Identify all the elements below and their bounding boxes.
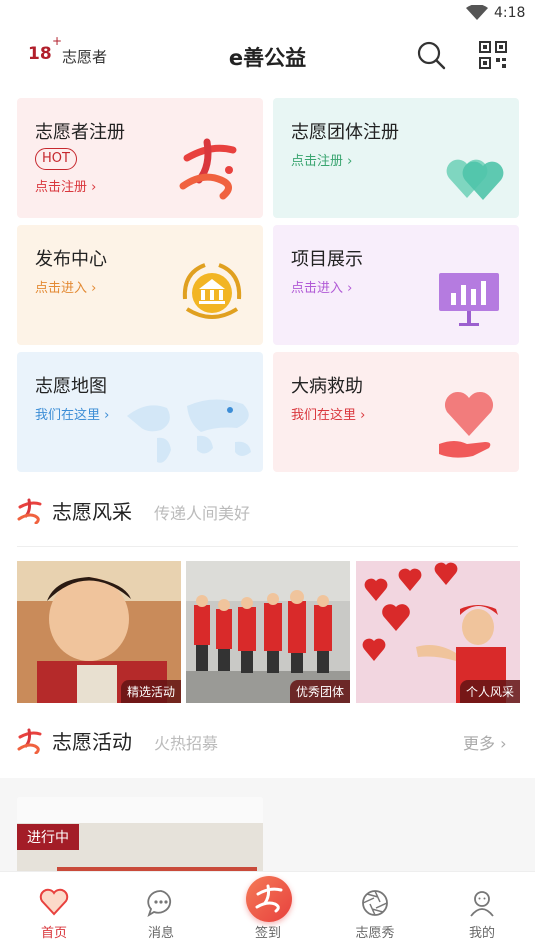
tab-label: 消息 [147, 926, 174, 941]
tab-volunteer-show[interactable]: 志愿秀 [335, 872, 415, 952]
hearts-icon [446, 159, 504, 200]
card-title: 项目展示 [291, 249, 363, 270]
card-group-register[interactable]: 志愿团体注册 点击注册 › [273, 98, 519, 218]
wifi-icon [466, 5, 488, 20]
tab-label: 我的 [468, 926, 495, 941]
divider [17, 546, 518, 547]
card-title: 发布中心 [35, 249, 107, 270]
chat-icon [147, 890, 172, 918]
card-subtitle: 点击进入 › [291, 281, 353, 296]
user-icon [470, 891, 494, 917]
app-header: 18 + 志愿者 e善公益 [0, 28, 535, 84]
institution-icon [182, 263, 242, 319]
volunteer-logo-icon [17, 728, 42, 754]
search-icon[interactable] [416, 40, 446, 70]
tab-label: 首页 [40, 926, 67, 941]
card-subtitle: 我们在这里 › [291, 408, 366, 423]
photo-tag: 优秀团体 [289, 680, 350, 703]
card-subtitle: 点击注册 › [291, 154, 353, 169]
signin-icon [255, 884, 283, 913]
section-volunteer-activity: 志愿活动 火热招募 更多 › [0, 722, 535, 762]
photo-tag: 精选活动 [120, 680, 181, 703]
photo-tag: 个人风采 [459, 680, 520, 703]
section-title: 志愿活动 [52, 730, 132, 754]
card-subtitle: 点击注册 › [35, 180, 97, 195]
status-badge: 进行中 [17, 824, 79, 850]
qr-scan-icon[interactable] [478, 40, 508, 70]
card-critical-illness-aid[interactable]: 大病救助 我们在这里 › [273, 352, 519, 472]
card-title: 大病救助 [291, 376, 363, 397]
card-project-display[interactable]: 项目展示 点击进入 › [273, 225, 519, 345]
card-subtitle: 点击进入 › [35, 281, 97, 296]
more-link[interactable]: 更多 › [463, 730, 507, 754]
card-title: 志愿者注册 [35, 122, 125, 143]
hot-badge: HOT [35, 148, 77, 170]
presentation-chart-icon [439, 273, 499, 326]
card-volunteer-register[interactable]: 志愿者注册 HOT 点击注册 › [17, 98, 263, 218]
card-title: 志愿团体注册 [291, 122, 399, 143]
section-title: 志愿风采 [52, 500, 132, 524]
volunteer-logo-icon [17, 498, 42, 524]
status-time: 4:18 [494, 5, 526, 21]
card-subtitle: 我们在这里 › [35, 408, 110, 423]
photo-personal-style[interactable]: 个人风采 [356, 561, 520, 703]
photo-outstanding-group[interactable]: 优秀团体 [186, 561, 350, 703]
volunteer-logo-icon [179, 138, 237, 200]
heart-in-hand-icon [439, 391, 494, 458]
tab-label: 志愿秀 [355, 926, 395, 941]
world-map-icon [127, 399, 251, 463]
card-title: 志愿地图 [35, 376, 107, 397]
section-subtitle: 火热招募 [154, 734, 219, 753]
section-volunteer-style: 志愿风采 传递人间美好 [0, 492, 535, 532]
app-title: e善公益 [228, 46, 307, 70]
tab-profile[interactable]: 我的 [442, 872, 522, 952]
tab-messages[interactable]: 消息 [121, 872, 201, 952]
tab-home[interactable]: 首页 [14, 872, 94, 952]
signin-button[interactable] [246, 876, 292, 922]
tab-label: 签到 [254, 926, 281, 941]
status-bar: 4:18 [0, 0, 535, 28]
card-volunteer-map[interactable]: 志愿地图 我们在这里 › [17, 352, 263, 472]
card-publish-center[interactable]: 发布中心 点击进入 › [17, 225, 263, 345]
aperture-icon [362, 890, 388, 916]
photo-featured-activity[interactable]: 精选活动 [17, 561, 181, 703]
heart-icon [39, 888, 69, 916]
section-subtitle: 传递人间美好 [154, 504, 251, 523]
